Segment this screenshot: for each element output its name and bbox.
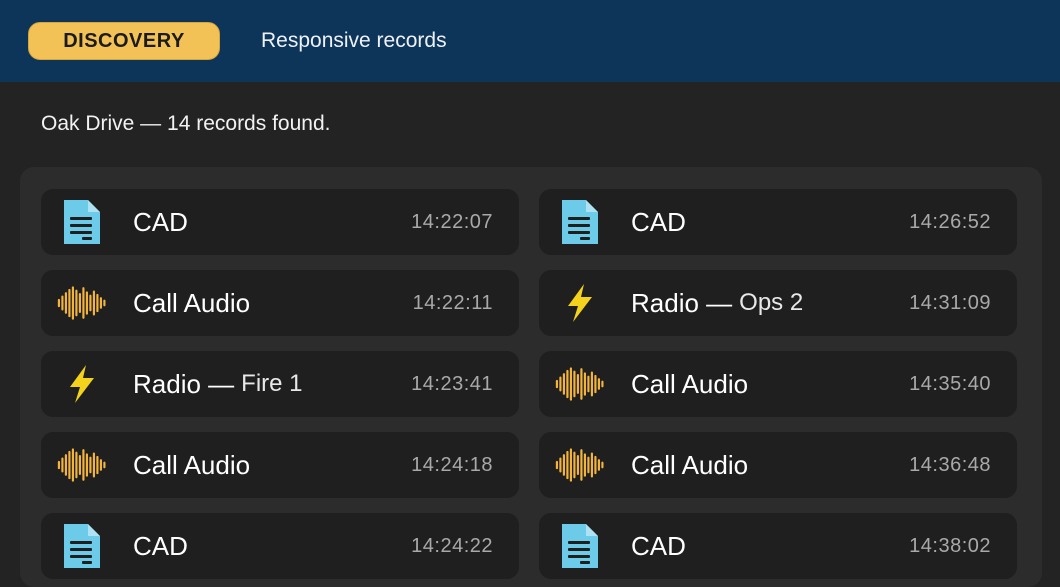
record-card[interactable]: Call Audio 14:36:48 [539, 432, 1017, 498]
record-time: 14:23:41 [411, 372, 493, 395]
record-title: Call Audio [631, 449, 749, 480]
records-panel: CAD 14:22:07 CAD 14:26:52 Call Audio 14:… [20, 167, 1042, 587]
record-title: Radio — [133, 368, 235, 399]
record-time: 14:31:09 [909, 291, 991, 314]
lightning-icon [57, 359, 107, 409]
record-card[interactable]: Call Audio 14:24:18 [41, 432, 519, 498]
record-card[interactable]: Call Audio 14:35:40 [539, 351, 1017, 417]
record-time: 14:36:48 [909, 453, 991, 476]
record-time: 14:38:02 [909, 534, 991, 557]
record-time: 14:26:52 [909, 210, 991, 233]
record-title: Call Audio [631, 368, 749, 399]
record-time: 14:22:11 [412, 291, 493, 314]
record-card[interactable]: CAD 14:26:52 [539, 189, 1017, 255]
record-time: 14:24:22 [411, 534, 493, 557]
record-subtitle: Fire 1 [241, 370, 303, 397]
results-summary: Oak Drive — 14 records found. [41, 112, 331, 135]
document-icon [57, 521, 107, 571]
record-title: Radio — [631, 287, 733, 318]
record-title: CAD [631, 530, 686, 561]
record-card[interactable]: Radio — Ops 2 14:31:09 [539, 270, 1017, 336]
record-card[interactable]: Radio — Fire 1 14:23:41 [41, 351, 519, 417]
record-card[interactable]: CAD 14:38:02 [539, 513, 1017, 579]
document-icon [555, 521, 605, 571]
record-title: CAD [133, 206, 188, 237]
lightning-icon [555, 278, 605, 328]
tab-discovery[interactable]: DISCOVERY [28, 22, 220, 60]
record-card[interactable]: Call Audio 14:22:11 [41, 270, 519, 336]
document-icon [555, 197, 605, 247]
record-title: CAD [631, 206, 686, 237]
document-icon [57, 197, 107, 247]
waveform-icon [57, 440, 107, 490]
record-time: 14:22:07 [411, 210, 493, 233]
waveform-icon [555, 359, 605, 409]
record-title: CAD [133, 530, 188, 561]
tab-responsive-records[interactable]: Responsive records [261, 29, 447, 53]
record-title: Call Audio [133, 287, 251, 318]
top-bar: DISCOVERY Responsive records [0, 0, 1060, 82]
record-time: 14:24:18 [411, 453, 493, 476]
waveform-icon [555, 440, 605, 490]
record-card[interactable]: CAD 14:24:22 [41, 513, 519, 579]
record-subtitle: Ops 2 [739, 289, 804, 316]
record-title: Call Audio [133, 449, 251, 480]
record-card[interactable]: CAD 14:22:07 [41, 189, 519, 255]
waveform-icon [57, 278, 107, 328]
record-time: 14:35:40 [909, 372, 991, 395]
